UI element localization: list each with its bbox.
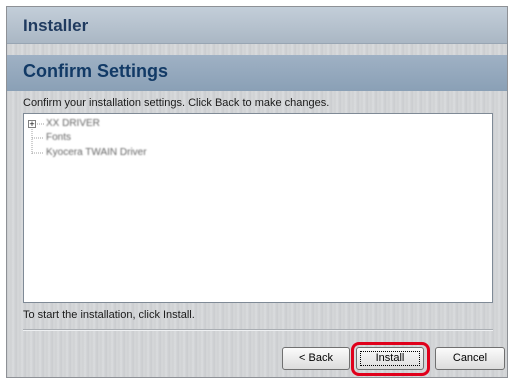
footer-instruction: To start the installation, click Install…: [23, 309, 195, 321]
instruction-text: Confirm your installation settings. Clic…: [23, 97, 330, 109]
app-title: Installer: [23, 16, 89, 35]
back-button[interactable]: < Back: [282, 347, 350, 370]
tree-item-twain-driver[interactable]: Kyocera TWAIN Driver: [46, 147, 147, 158]
cancel-button[interactable]: Cancel: [435, 347, 505, 370]
install-button[interactable]: Install: [356, 347, 424, 370]
tree-item-fonts[interactable]: Fonts: [46, 132, 71, 143]
focus-rectangle: [360, 351, 420, 366]
settings-tree[interactable]: + XX DRIVER Fonts Kyocera TWAIN Driver: [23, 113, 493, 303]
page-title: Confirm Settings: [23, 61, 169, 81]
installer-window: Installer Confirm Settings Confirm your …: [6, 6, 508, 378]
expand-icon[interactable]: +: [28, 120, 36, 129]
page-header: Confirm Settings: [7, 55, 507, 91]
tree-item-driver[interactable]: XX DRIVER: [46, 118, 100, 129]
title-bar: Installer: [7, 7, 507, 44]
footer-divider: [23, 329, 493, 331]
